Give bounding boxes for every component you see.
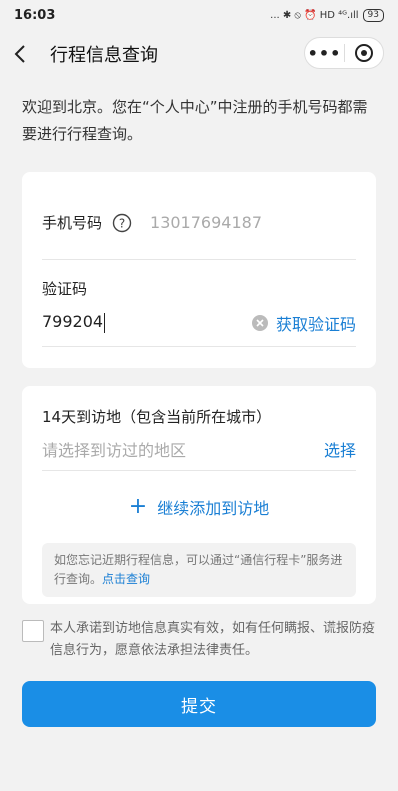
verification-code-label: 验证码 bbox=[42, 280, 88, 298]
verification-code-input[interactable]: 799204 bbox=[42, 312, 106, 333]
close-icon[interactable] bbox=[345, 38, 383, 68]
nav-bar: 行程信息查询 ••• bbox=[0, 30, 398, 78]
status-icons: ... ✱ ⦸ ⏰ HD ⁴ᴳ.ıll 93 bbox=[270, 8, 384, 22]
get-code-button[interactable]: 获取验证码 bbox=[276, 311, 356, 335]
tip-text: 如您忘记近期行程信息，可以通过“通信行程卡”服务进行查询。 bbox=[54, 553, 343, 586]
region-row[interactable]: 请选择到访过的地区 选择 bbox=[42, 427, 356, 471]
region-placeholder[interactable]: 请选择到访过的地区 bbox=[42, 437, 186, 461]
status-time: 16:03 bbox=[14, 7, 56, 23]
visited-places-title: 14天到访地（包含当前所在城市） bbox=[42, 408, 272, 426]
battery-icon: 93 bbox=[362, 8, 384, 22]
phone-row: 手机号码 ? 13017694187 bbox=[42, 172, 356, 260]
back-arrow-icon[interactable] bbox=[14, 42, 34, 66]
tip-box: 如您忘记近期行程信息，可以通过“通信行程卡”服务进行查询。点击查询 bbox=[42, 543, 356, 597]
submit-button[interactable]: 提交 bbox=[22, 681, 376, 727]
code-value: 799204 bbox=[42, 312, 104, 332]
mini-program-capsule: ••• bbox=[304, 37, 384, 69]
status-bar: 16:03 ... ✱ ⦸ ⏰ HD ⁴ᴳ.ıll 93 bbox=[0, 0, 398, 30]
page-title: 行程信息查询 bbox=[50, 45, 158, 66]
add-visited-place-label: 继续添加到访地 bbox=[157, 499, 270, 518]
clear-input-icon[interactable] bbox=[251, 314, 268, 331]
tip-query-link[interactable]: 点击查询 bbox=[102, 572, 150, 586]
more-button[interactable]: ••• bbox=[305, 38, 344, 68]
agreement-text: 本人承诺到访地信息真实有效，如有任何瞒报、谎报防疫信息行为，愿意依法承担法律责任… bbox=[50, 621, 376, 658]
status-indicators: ... ✱ ⦸ ⏰ HD ⁴ᴳ.ıll bbox=[270, 9, 359, 21]
phone-verification-card: 手机号码 ? 13017694187 验证码 799204 获取验证码 bbox=[22, 172, 376, 368]
help-icon[interactable]: ? bbox=[112, 213, 132, 233]
text-caret bbox=[104, 312, 106, 333]
phone-number-field[interactable]: 13017694187 bbox=[150, 213, 262, 232]
visited-places-card: 14天到访地（包含当前所在城市） 请选择到访过的地区 选择 + 继续添加到访地 … bbox=[22, 386, 376, 604]
code-row: 799204 获取验证码 bbox=[42, 299, 356, 347]
agreement-checkbox[interactable] bbox=[22, 620, 44, 642]
add-visited-place-button[interactable]: + 继续添加到访地 bbox=[42, 471, 356, 543]
intro-text: 欢迎到北京。您在“个人中心”中注册的手机号码都需要进行行程查询。 bbox=[22, 98, 368, 143]
plus-icon: + bbox=[128, 494, 148, 519]
phone-label: 手机号码 bbox=[42, 214, 103, 232]
svg-text:?: ? bbox=[119, 216, 125, 230]
agreement-row: 本人承诺到访地信息真实有效，如有任何瞒报、谎报防疫信息行为，愿意依法承担法律责任… bbox=[22, 618, 376, 662]
select-button[interactable]: 选择 bbox=[324, 437, 356, 461]
